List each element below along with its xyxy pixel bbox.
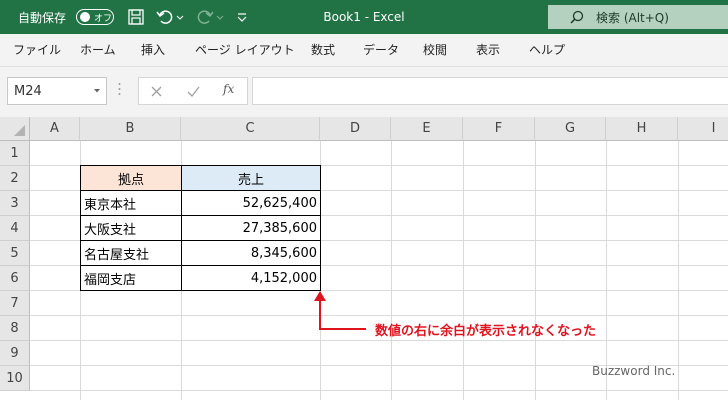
menu-formulas[interactable]: 数式 — [311, 34, 335, 66]
name-box-value: M24 — [14, 83, 42, 99]
menu-review[interactable]: 校閲 — [423, 34, 447, 66]
menu-file[interactable]: ファイル — [13, 34, 61, 66]
menu-view[interactable]: 表示 — [476, 34, 500, 66]
ribbon-menu: ファイル ホーム 挿入 ページ レイアウト 数式 データ 校閲 表示 ヘルプ — [0, 34, 728, 67]
formula-input[interactable] — [252, 77, 728, 105]
search-label: 検索 (Alt+Q) — [596, 10, 669, 25]
spreadsheet-grid: A B C D E F G H I 1 2 3 4 5 6 7 8 9 10 拠… — [0, 117, 728, 400]
annotation-text: 数値の右に余白が表示されなくなった — [375, 324, 597, 339]
watermark: Buzzword Inc. — [592, 364, 676, 378]
menu-home[interactable]: ホーム — [80, 34, 116, 66]
menu-insert[interactable]: 挿入 — [141, 34, 165, 66]
search-icon — [570, 10, 584, 24]
cancel-icon[interactable] — [151, 86, 162, 97]
insert-function-icon[interactable]: fx — [223, 82, 234, 96]
enter-check-icon[interactable] — [187, 86, 200, 97]
name-box[interactable]: M24 — [7, 77, 107, 105]
chevron-down-icon[interactable] — [93, 87, 101, 95]
formula-tools: fx — [138, 77, 248, 105]
title-bar: 自動保存 オフ Book1 - Excel 検索 (Alt+Q) — [0, 0, 728, 34]
formula-bar-area: M24 fx — [0, 67, 728, 117]
menu-data[interactable]: データ — [363, 34, 399, 66]
annotation-arrow — [314, 291, 366, 330]
menu-page-layout[interactable]: ページ レイアウト — [195, 34, 295, 66]
splitter-handle-icon[interactable] — [118, 81, 121, 97]
menu-help[interactable]: ヘルプ — [529, 34, 565, 66]
search-box[interactable]: 検索 (Alt+Q) — [548, 5, 728, 29]
